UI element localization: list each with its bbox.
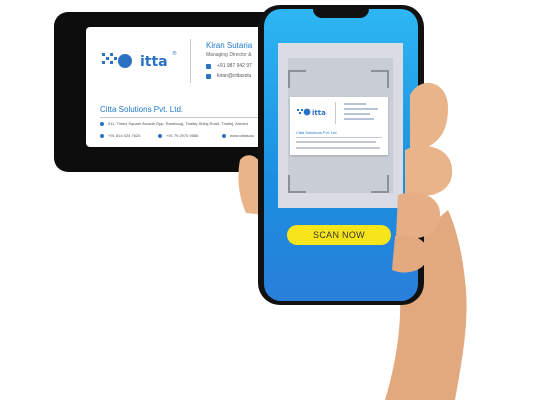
hand-fingers	[392, 82, 453, 273]
